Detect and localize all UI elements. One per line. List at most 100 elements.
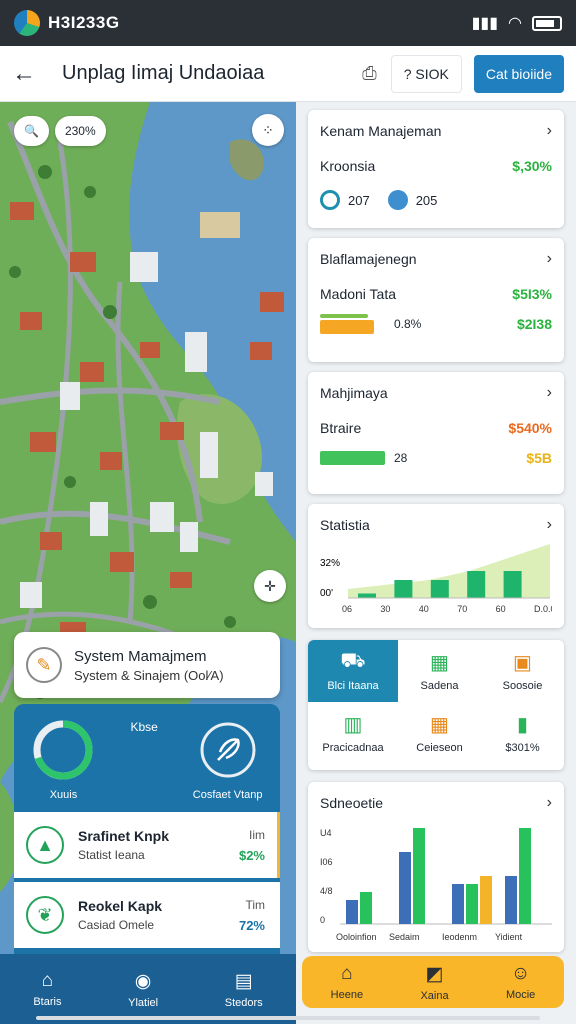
system-card-subtitle: System & Sinajem (Ool⁄A) bbox=[74, 667, 224, 683]
box-icon: ▣ bbox=[513, 652, 532, 674]
chart2-bar bbox=[452, 884, 464, 924]
chevron-right-icon[interactable]: › bbox=[547, 122, 552, 140]
nav-right-profile[interactable]: ☺ Mocie bbox=[506, 963, 535, 1001]
chart1-xlabel: 40 bbox=[419, 604, 429, 614]
kpi-card-2[interactable]: ❦ Reokel Kapk Casiad Omele Tim 72% bbox=[14, 882, 280, 948]
nav-documents[interactable]: ▤ Stedors bbox=[225, 970, 263, 1009]
nav-right-tag[interactable]: ◩ Xaina bbox=[420, 963, 448, 1002]
chevron-right-icon[interactable]: › bbox=[547, 250, 552, 268]
chart1-xlabel: 06 bbox=[342, 604, 352, 614]
chevron-right-icon[interactable]: › bbox=[547, 516, 552, 534]
nav-right-label-0: Heene bbox=[330, 989, 364, 1001]
card3-progress-track bbox=[320, 451, 388, 465]
chart1-ylabel-1: 00' bbox=[320, 588, 333, 599]
tile-3[interactable]: ▥ Pracicadnaa bbox=[308, 702, 398, 764]
gauge-compass[interactable]: Cosfaet Vtanp bbox=[193, 718, 263, 801]
nav-left-label-2: Stedors bbox=[224, 996, 263, 1009]
nav-notifications[interactable]: ◉ Ylatiel bbox=[128, 970, 158, 1009]
nav-right-home[interactable]: ⌂ Heene bbox=[331, 963, 363, 1001]
print-icon[interactable]: ⎙ bbox=[362, 63, 376, 84]
kpi-1-right-top: Iim bbox=[249, 827, 265, 842]
page-title: Unplag Iimaj Undaoiaa bbox=[62, 62, 265, 84]
nav-right-label-1: Xaina bbox=[420, 989, 449, 1002]
feather-icon bbox=[200, 722, 256, 778]
home-indicator[interactable] bbox=[36, 1016, 540, 1020]
chart2-bar bbox=[399, 852, 411, 924]
bottom-nav-right: ⌂ Heene ◩ Xaina ☺ Mocie bbox=[302, 956, 564, 1008]
card2-row-value: $5I3% bbox=[512, 286, 552, 302]
tile-0[interactable]: ⛟ Blci Itaana bbox=[308, 640, 398, 702]
zoom-level[interactable]: 230% bbox=[54, 116, 106, 146]
card1-title: Kenam Manajeman bbox=[320, 123, 442, 139]
gauge-compass-label: Cosfaet Vtanp bbox=[192, 789, 263, 801]
tile-2[interactable]: ▣ Soosoie bbox=[481, 640, 564, 702]
system-logo-icon: ✎ bbox=[26, 647, 62, 683]
status-time: H3I233G bbox=[48, 13, 120, 32]
nav-left-label-1: Ylatiel bbox=[128, 996, 159, 1009]
tile-1[interactable]: ▦ Sadena bbox=[398, 640, 481, 702]
card3-row-value: $540% bbox=[508, 420, 552, 436]
system-card[interactable]: ✎ System Mamajmem System & Sinajem (Ool⁄… bbox=[14, 632, 280, 698]
nav-home[interactable]: ⌂ Btaris bbox=[33, 970, 61, 1008]
chart1-xlabel: 60 bbox=[496, 604, 506, 614]
chevron-right-icon[interactable]: › bbox=[547, 384, 552, 402]
card2-progress-bar bbox=[320, 320, 375, 334]
search-button[interactable]: ? SIOK bbox=[390, 54, 462, 93]
kpi-1-title: Srafinet Knpk bbox=[78, 828, 170, 844]
chart2-bar bbox=[519, 828, 531, 924]
chart1-bar bbox=[430, 580, 449, 598]
chart1-xlabel: 70 bbox=[457, 604, 467, 614]
tile-label: Sadena bbox=[420, 680, 459, 692]
chart2-bar bbox=[466, 884, 478, 924]
card-kenam[interactable]: Kenam Manajeman › Kroonsia $,30% 207 205 bbox=[308, 110, 564, 228]
card-sdneoetie[interactable]: Sdneoetie › U4 I06 4/8 0 Ooloinfion Sedaim Ieo… bbox=[308, 782, 564, 952]
card1-stat-b: 205 bbox=[415, 192, 438, 208]
kpi-2-subtitle: Casiad Omele bbox=[78, 918, 155, 932]
chart1-bar bbox=[503, 571, 522, 598]
app-logo-icon bbox=[14, 10, 40, 36]
card3-row-label: Btraire bbox=[320, 420, 362, 436]
kpi-2-value: 72% bbox=[238, 917, 265, 933]
zoom-controls: 🔍 230% bbox=[14, 116, 106, 146]
chart1-xlabel: D.0.0I bbox=[534, 604, 552, 614]
chart2-xlabel: Ooloinfion bbox=[336, 932, 377, 942]
cash-icon: ▦ bbox=[430, 652, 449, 674]
card2-bar-pct: 0.8% bbox=[394, 317, 422, 331]
chart2-ylabel: I06 bbox=[320, 857, 333, 867]
cash-icon: ▦ bbox=[430, 714, 449, 736]
action-button[interactable]: Cat bioiide bbox=[473, 54, 564, 93]
tile-5[interactable]: ▮ $301% bbox=[481, 702, 564, 764]
card3-title: Mahjimaya bbox=[320, 385, 388, 401]
truck-icon: ⛟ bbox=[340, 650, 366, 672]
circle-stat-icon bbox=[320, 190, 340, 210]
chart2-xlabel: Sedaim bbox=[389, 932, 420, 942]
chart2-ylabel: U4 bbox=[320, 828, 332, 838]
kpi-1-value: $2% bbox=[238, 847, 265, 863]
chart1-bar bbox=[358, 593, 376, 598]
card-statistia[interactable]: Statistia › 32% 00' 06 30 40 70 60 D.0.0I bbox=[308, 504, 564, 628]
card-mahjimaya[interactable]: Mahjimaya › Btraire $540% 28 $5B bbox=[308, 372, 564, 494]
map-options-icon[interactable]: ⁘ bbox=[252, 114, 284, 146]
battery-icon bbox=[532, 15, 562, 31]
back-arrow-icon[interactable]: ← bbox=[12, 60, 44, 88]
disk-stat-icon bbox=[387, 190, 408, 210]
nav-left-label-0: Btaris bbox=[33, 996, 62, 1008]
card3-progress-bar bbox=[320, 451, 385, 465]
tile-4[interactable]: ▦ Ceieseon bbox=[398, 702, 481, 764]
house-icon: ⌂ bbox=[341, 963, 353, 984]
card-blaflam[interactable]: Blaflamajenegn › Madoni Tata $5I3% 0.8% … bbox=[308, 238, 564, 362]
chevron-right-icon[interactable]: › bbox=[547, 794, 552, 812]
kpi-card-1[interactable]: ▲ Srafinet Knpk Statist Ieana Iim $2% bbox=[14, 812, 280, 878]
signal-icon: ▮▮▮ bbox=[471, 15, 499, 32]
chart1-ylabel-0: 32% bbox=[320, 558, 340, 569]
zoom-search-icon[interactable]: 🔍 bbox=[14, 116, 49, 146]
gauge-progress[interactable]: Xuuis bbox=[31, 718, 95, 801]
chart2-xlabel: Ieodenm bbox=[442, 932, 477, 942]
kpi-1-subtitle: Statist Ieana bbox=[78, 848, 145, 862]
compass-icon[interactable]: ✛ bbox=[254, 570, 286, 602]
chart2-bar bbox=[413, 828, 425, 924]
user-icon: ☺ bbox=[510, 963, 531, 984]
card3-bar-label: 28 bbox=[394, 451, 408, 465]
system-card-title: System Mamajmem bbox=[74, 647, 207, 665]
building-icon: ▥ bbox=[343, 714, 363, 736]
